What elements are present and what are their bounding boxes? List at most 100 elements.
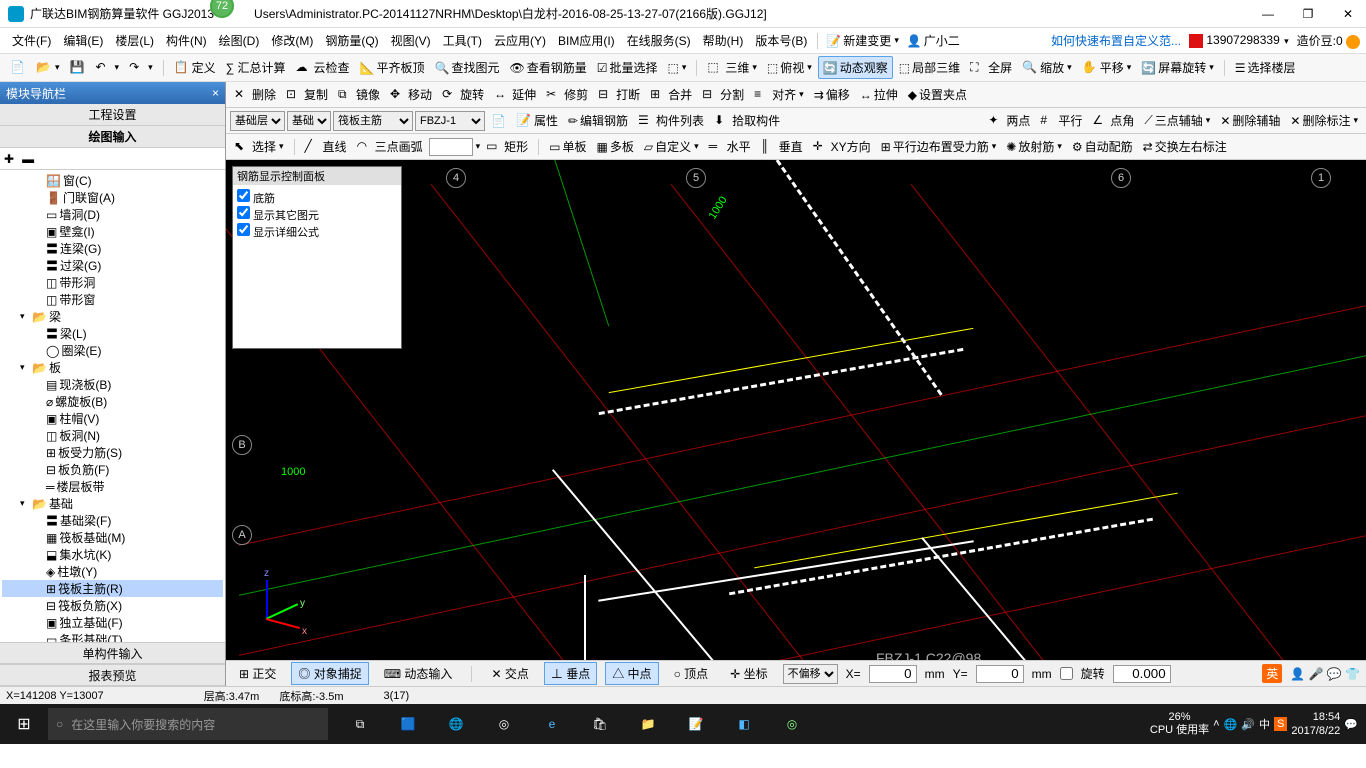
perp-snap[interactable]: ⊥ 垂点 <box>544 662 597 685</box>
delete-label-button[interactable]: ✕删除标注▾ <box>1286 110 1362 131</box>
custom-button[interactable]: ▱自定义▾ <box>640 136 703 157</box>
align-button[interactable]: 对齐▾ <box>750 84 808 105</box>
snap-toggle[interactable]: ◎ 对象捕捉 <box>291 662 368 685</box>
tree-leaf[interactable]: ▣独立基础(F) <box>2 614 223 631</box>
minimize-button[interactable]: — <box>1258 7 1278 21</box>
pick-component-button[interactable]: 拾取构件 <box>710 110 784 131</box>
split-button[interactable]: 分割 <box>698 84 748 105</box>
explorer-icon[interactable]: 📁 <box>624 704 672 744</box>
menu-tools[interactable]: 工具(T) <box>437 32 488 49</box>
tree-category[interactable]: ▾📂基础 <box>2 495 223 512</box>
nav-tab-settings[interactable]: 工程设置 <box>0 104 225 126</box>
misc-dropdown[interactable]: ⬚▾ <box>663 59 690 77</box>
app-icon[interactable]: ◎ <box>768 704 816 744</box>
ortho-toggle[interactable]: ⊞ 正交 <box>232 662 283 685</box>
tree-leaf[interactable]: ▤现浇板(B) <box>2 376 223 393</box>
tree-leaf[interactable]: ▭墙洞(D) <box>2 206 223 223</box>
undo-button[interactable]: ▾ <box>92 58 124 78</box>
nav-report-preview[interactable]: 报表预览 <box>0 664 225 686</box>
offset-select[interactable]: 不偏移 <box>783 664 838 684</box>
rotate-button[interactable]: 旋转 <box>438 84 488 105</box>
task-view-button[interactable]: ⧉ <box>336 704 384 744</box>
select-tool-button[interactable]: 选择▾ <box>230 136 288 157</box>
sum-button[interactable]: ∑ 汇总计算 <box>222 57 290 78</box>
dynamic-view-button[interactable]: 🔄动态观察 <box>818 56 893 79</box>
floor-select[interactable]: 基础层 <box>230 111 285 131</box>
tree-category[interactable]: ▾📂板 <box>2 359 223 376</box>
delete-aux-button[interactable]: ✕删除辅轴 <box>1216 110 1284 131</box>
flat-align-button[interactable]: 📐平齐板顶 <box>356 57 429 78</box>
new-change-button[interactable]: 📝新建变更▾ <box>822 30 903 51</box>
tree-leaf[interactable]: ◫带形洞 <box>2 274 223 291</box>
arc-tool-button[interactable]: 三点画弧 <box>353 136 427 157</box>
y-input[interactable] <box>976 665 1024 683</box>
tree-leaf[interactable]: ◫板洞(N) <box>2 427 223 444</box>
save-button[interactable] <box>66 58 90 78</box>
xy-direction-button[interactable]: XY方向 <box>809 136 875 157</box>
menu-cloud[interactable]: 云应用(Y) <box>488 32 552 49</box>
menu-modify[interactable]: 修改(M) <box>265 32 319 49</box>
tree-leaf[interactable]: ⊞筏板主筋(R) <box>2 580 223 597</box>
property-button[interactable]: 属性 <box>512 110 562 131</box>
network-icon[interactable]: 🌐 <box>1224 718 1238 731</box>
mid-snap[interactable]: △ 中点 <box>605 662 658 685</box>
point-angle-button[interactable]: 点角 <box>1088 110 1138 131</box>
chk-bottom-rebar[interactable]: 底筋 <box>237 189 397 206</box>
tree-category[interactable]: ▾📂梁 <box>2 308 223 325</box>
merge-button[interactable]: 合并 <box>646 84 696 105</box>
radiate-button[interactable]: ✺放射筋▾ <box>1002 136 1066 157</box>
zoom-button[interactable]: 缩放▾ <box>1018 57 1076 78</box>
app-icon[interactable]: ◎ <box>480 704 528 744</box>
tree-leaf[interactable]: ═楼层板带 <box>2 478 223 495</box>
subtype-select[interactable]: 筏板主筋 <box>333 111 413 131</box>
x-input[interactable] <box>869 665 917 683</box>
pan-button[interactable]: 平移▾ <box>1078 57 1136 78</box>
tray-expand-icon[interactable]: ˄ <box>1213 718 1219 730</box>
zaodou-counter[interactable]: 造价豆:0 <box>1297 32 1360 49</box>
copy-button[interactable]: 复制 <box>282 84 332 105</box>
clock[interactable]: 18:542017/8/22 <box>1291 710 1340 738</box>
app-icon[interactable]: 🌐 <box>432 704 480 744</box>
set-grip-button[interactable]: ◆设置夹点 <box>904 84 971 105</box>
multi-slab-button[interactable]: ▦多板 <box>592 136 637 157</box>
menu-help[interactable]: 帮助(H) <box>697 32 750 49</box>
store-icon[interactable]: 🛍 <box>576 704 624 744</box>
swap-lr-button[interactable]: ⇄交换左右标注 <box>1139 136 1231 157</box>
tray-icons[interactable]: 👤 🎤 💬 👕 <box>1290 667 1360 681</box>
menu-rebar[interactable]: 钢筋量(Q) <box>319 32 384 49</box>
break-button[interactable]: 打断 <box>594 84 644 105</box>
fullscreen-button[interactable]: 全屏 <box>966 57 1016 78</box>
cross-snap[interactable]: ✕ 交点 <box>484 662 535 685</box>
menu-version[interactable]: 版本号(B) <box>749 32 813 49</box>
single-slab-button[interactable]: ▭单板 <box>545 136 590 157</box>
mirror-button[interactable]: 镜像 <box>334 84 384 105</box>
open-button[interactable]: ▾ <box>32 58 64 78</box>
start-button[interactable]: ⊞ <box>0 704 48 744</box>
coord-snap[interactable]: ✛ 坐标 <box>723 662 774 685</box>
edit-rebar-button[interactable]: ✏编辑钢筋 <box>564 110 632 131</box>
tree-leaf[interactable]: 🪟窗(C) <box>2 172 223 189</box>
nav-close-button[interactable]: × <box>212 86 219 100</box>
ggj-app-icon[interactable]: ◧ <box>720 704 768 744</box>
dynamic-input-toggle[interactable]: ⌨ 动态输入 <box>377 662 460 685</box>
tree-leaf[interactable]: ◫带形窗 <box>2 291 223 308</box>
tree-leaf[interactable]: ▣壁龛(I) <box>2 223 223 240</box>
chk-show-formula[interactable]: 显示详细公式 <box>237 223 397 240</box>
local-3d-button[interactable]: ⬚局部三维 <box>895 57 964 78</box>
view-rebar-button[interactable]: 👁查看钢筋量 <box>505 57 590 78</box>
menu-component[interactable]: 构件(N) <box>160 32 213 49</box>
tree-leaf[interactable]: ⌀螺旋板(B) <box>2 393 223 410</box>
auto-rebar-button[interactable]: ⚙自动配筋 <box>1068 136 1137 157</box>
nav-tab-draw[interactable]: 绘图输入 <box>0 126 225 148</box>
screen-rotate-button[interactable]: 🔄屏幕旋转▾ <box>1137 57 1218 78</box>
rebar-display-panel[interactable]: 钢筋显示控制面板 底筋 显示其它图元 显示详细公式 <box>232 166 402 349</box>
tree-leaf[interactable]: 〓连梁(G) <box>2 240 223 257</box>
tree-leaf[interactable]: ▭条形基础(T) <box>2 631 223 642</box>
menu-floor[interactable]: 楼层(L) <box>109 32 160 49</box>
ime-indicator[interactable]: 中 <box>1259 716 1270 732</box>
two-point-button[interactable]: 两点 <box>984 110 1034 131</box>
rect-tool-button[interactable]: 矩形 <box>482 136 532 157</box>
nav-single-input[interactable]: 单构件输入 <box>0 642 225 664</box>
howto-link[interactable]: 如何快速布置自定义范... <box>1051 32 1181 49</box>
tree-leaf[interactable]: ▣柱帽(V) <box>2 410 223 427</box>
